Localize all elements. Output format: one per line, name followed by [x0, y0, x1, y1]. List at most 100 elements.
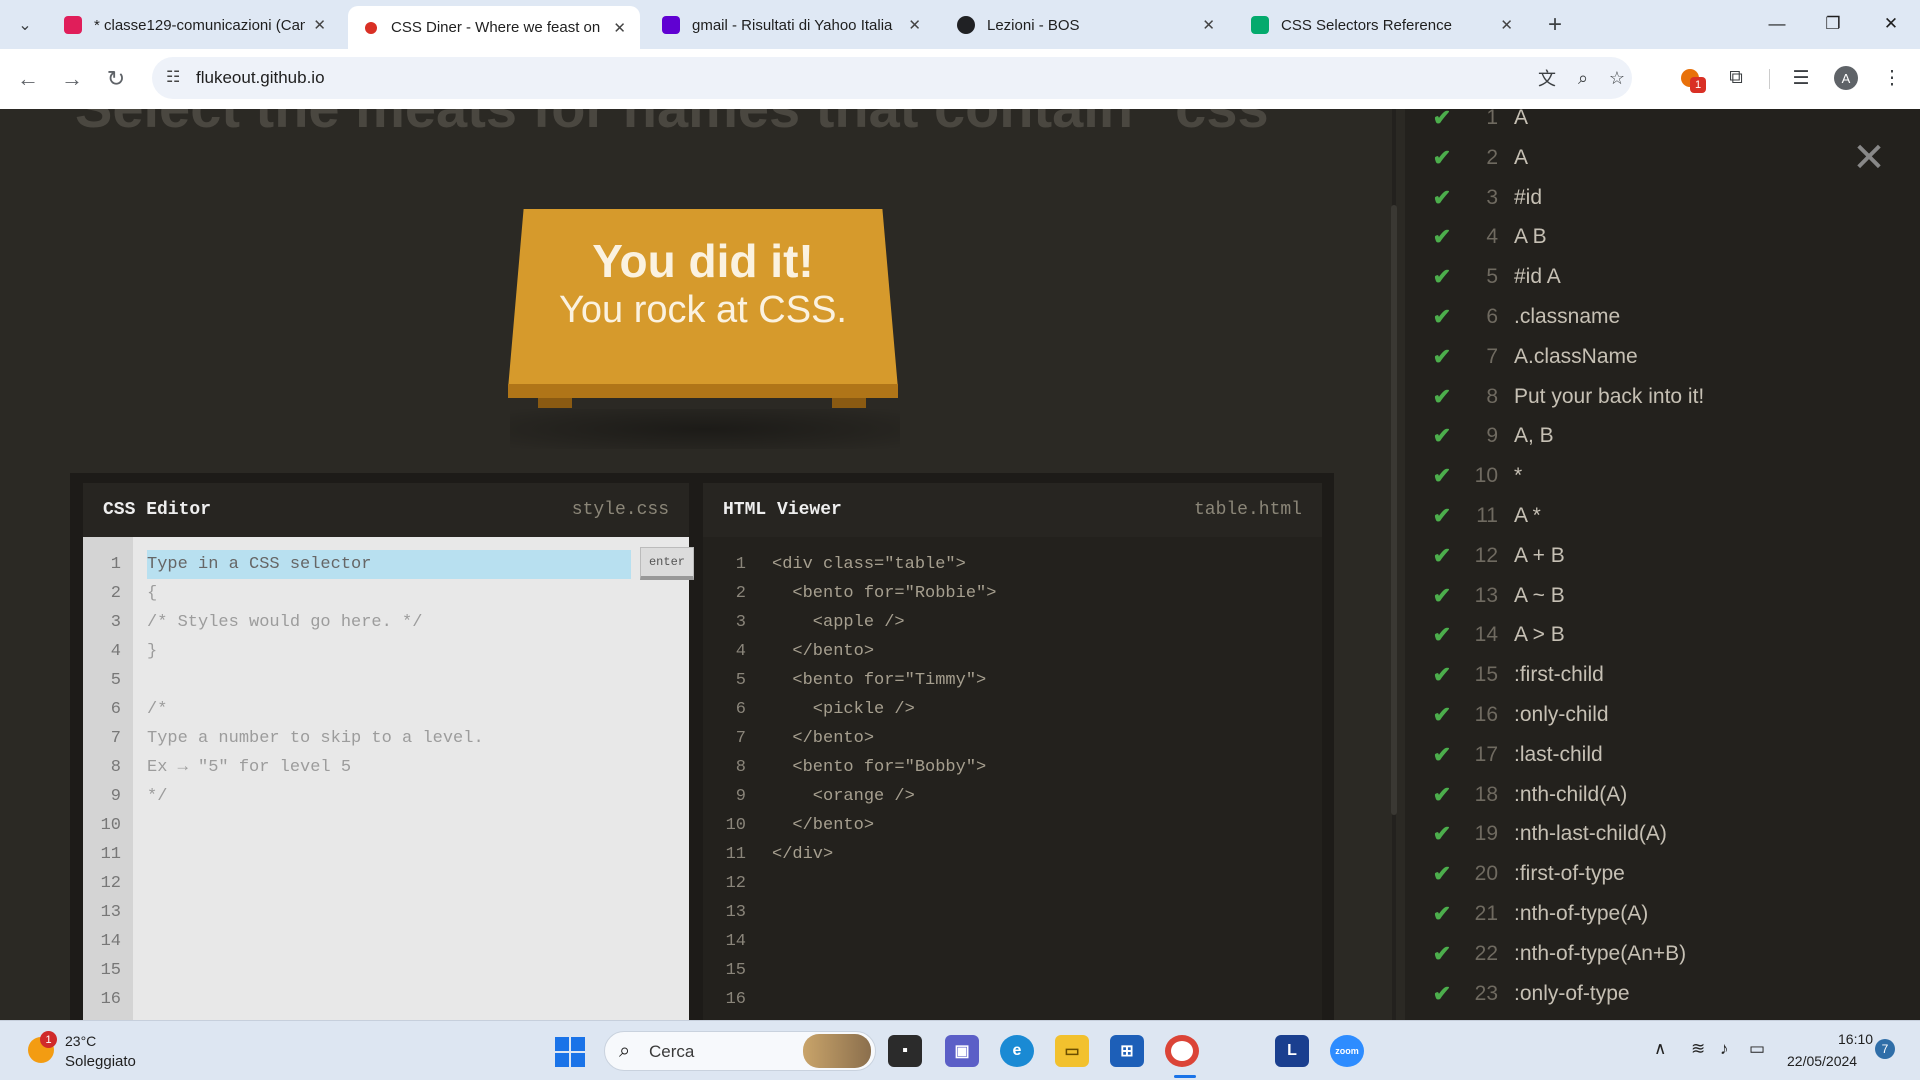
restore-button[interactable]: ❐	[1811, 10, 1855, 38]
level-item[interactable]: ✔ 14 A > B	[1430, 615, 1565, 655]
l-app-icon[interactable]: L	[1275, 1035, 1309, 1067]
level-heading: Select the meats for names that contain …	[75, 109, 1295, 140]
html-code-line[interactable]: <orange />	[772, 782, 915, 811]
html-code-line[interactable]: <apple />	[772, 608, 905, 637]
tab-close-icon[interactable]: ✕	[1202, 16, 1215, 34]
back-button[interactable]: ←	[12, 63, 44, 95]
zoom-icon[interactable]: ⌕	[1570, 66, 1596, 90]
css-diner-page: Select the meats for names that contain …	[0, 109, 1920, 1020]
level-item[interactable]: ✔ 3 #id	[1430, 178, 1542, 218]
table-leg	[538, 398, 572, 408]
level-selector: *	[1514, 464, 1523, 488]
tray-overflow-icon[interactable]: ∧	[1654, 1039, 1666, 1059]
zoom-app-icon[interactable]: zoom	[1330, 1035, 1364, 1067]
bookmark-star-icon[interactable]: ☆	[1604, 66, 1630, 90]
level-item[interactable]: ✔ 19:nth-last-child(A)	[1430, 814, 1667, 854]
html-code-line[interactable]: </bento>	[772, 811, 874, 840]
taskbar-search[interactable]: ⌕ Cerca	[604, 1031, 876, 1071]
tab-close-icon[interactable]: ✕	[1500, 16, 1513, 34]
level-item[interactable]: ✔ 13 A ~ B	[1430, 576, 1565, 616]
clock-date[interactable]: 22/05/2024	[1787, 1053, 1857, 1069]
html-code-line[interactable]: </bento>	[772, 724, 874, 753]
clock-time[interactable]: 16:10	[1838, 1031, 1873, 1047]
url-text[interactable]: flukeout.github.io	[196, 68, 325, 88]
reload-button[interactable]: ↻	[100, 63, 132, 95]
html-file-name: table.html	[1193, 500, 1302, 520]
teams-icon[interactable]: ▣	[945, 1035, 979, 1067]
site-info-icon[interactable]: ☷	[166, 67, 180, 87]
css-selector-input[interactable]	[147, 550, 631, 579]
browser-tab-strip: ⌄ * classe129-comunicazioni (Can ✕ CSS Din…	[0, 0, 1920, 49]
wifi-icon[interactable]: ≋	[1691, 1039, 1705, 1059]
browser-tab[interactable]: gmail - Risultati di Yahoo Italia ✕	[648, 6, 935, 44]
level-item[interactable]: ✔ 16:only-child	[1430, 695, 1609, 735]
level-item[interactable]: ✔ 22:nth-of-type(An+B)	[1430, 934, 1686, 974]
level-item[interactable]: ✔ 6 .classname	[1430, 297, 1620, 337]
level-item[interactable]: ✔ 18:nth-child(A)	[1430, 775, 1627, 815]
html-code-line[interactable]: <bento for="Robbie">	[772, 579, 996, 608]
browser-tab[interactable]: CSS Selectors Reference ✕	[1237, 6, 1527, 44]
tab-close-icon[interactable]: ✕	[613, 19, 626, 37]
level-item[interactable]: ✔ 1 A	[1430, 109, 1528, 138]
edge-icon[interactable]: e	[1000, 1035, 1034, 1067]
search-icon: ⌕	[619, 1040, 631, 1062]
tab-search-chevron-icon[interactable]: ⌄	[10, 10, 40, 40]
level-item[interactable]: ✔ 12 A + B	[1430, 536, 1565, 576]
line-number: 14	[725, 932, 746, 951]
level-item[interactable]: ✔ 9 A, B	[1430, 416, 1554, 456]
new-tab-button[interactable]: +	[1540, 10, 1570, 40]
level-item[interactable]: ✔ 8 Put your back into it!	[1430, 377, 1704, 417]
weather-description[interactable]: Soleggiato	[65, 1053, 136, 1070]
start-button[interactable]	[555, 1037, 585, 1067]
close-level-menu-icon[interactable]: ✕	[1851, 138, 1887, 178]
battery-icon[interactable]: ▭	[1749, 1039, 1765, 1059]
level-item[interactable]: ✔ 15:first-child	[1430, 655, 1604, 695]
media-control-icon[interactable]: ☰	[1786, 63, 1816, 93]
tab-close-icon[interactable]: ✕	[313, 16, 326, 34]
level-item[interactable]: ✔ 5 #id A	[1430, 257, 1561, 297]
extension-icon[interactable]: 1	[1675, 63, 1706, 93]
css-code-line: /*	[147, 700, 168, 719]
html-code-line[interactable]: </div>	[772, 840, 833, 869]
level-item[interactable]: ✔ 2 A	[1430, 138, 1528, 178]
task-view-icon[interactable]: ▪	[888, 1035, 922, 1067]
profile-avatar[interactable]: A	[1831, 63, 1861, 93]
translate-icon[interactable]: 文	[1534, 66, 1560, 90]
browser-tab[interactable]: * classe129-comunicazioni (Can ✕	[50, 6, 340, 44]
level-item[interactable]: ✔ 4 A B	[1430, 217, 1547, 257]
chrome-icon[interactable]	[1165, 1035, 1199, 1067]
level-item[interactable]: ✔ 21:nth-of-type(A)	[1430, 894, 1648, 934]
tab-close-icon[interactable]: ✕	[908, 16, 921, 34]
level-selector: :first-child	[1514, 663, 1604, 687]
file-explorer-icon[interactable]: ▭	[1055, 1035, 1089, 1067]
html-code-line[interactable]: </bento>	[772, 637, 874, 666]
minimize-button[interactable]: —	[1755, 10, 1799, 38]
html-code-line[interactable]: <pickle />	[772, 695, 915, 724]
forward-button[interactable]: →	[56, 63, 88, 95]
weather-temperature[interactable]: 23°C	[65, 1033, 96, 1049]
browser-menu-icon[interactable]: ⋮	[1877, 63, 1907, 93]
enter-button[interactable]: enter	[640, 547, 694, 580]
page-scrollbar[interactable]	[1391, 205, 1397, 815]
level-item[interactable]: ✔ 7 A.className	[1430, 337, 1638, 377]
level-item[interactable]: ✔ 17:last-child	[1430, 735, 1603, 775]
line-number: 13	[100, 903, 121, 922]
microsoft-store-icon[interactable]: ⊞	[1110, 1035, 1144, 1067]
level-item[interactable]: ✔ 20:first-of-type	[1430, 854, 1625, 894]
level-selector: #id A	[1514, 265, 1561, 289]
html-code-line[interactable]: <div class="table">	[772, 550, 966, 579]
browser-tab[interactable]: CSS Diner - Where we feast on ✕	[348, 6, 640, 49]
checkmark-icon: ✔	[1432, 423, 1452, 449]
address-bar[interactable]: ☷ flukeout.github.io 文 ⌕ ☆	[152, 57, 1632, 99]
level-item[interactable]: ✔ 10 *	[1430, 456, 1522, 496]
volume-icon[interactable]: ♪	[1720, 1039, 1729, 1059]
browser-tab[interactable]: Lezioni - BOS ✕	[943, 6, 1229, 44]
notification-badge[interactable]: 7	[1875, 1039, 1895, 1059]
level-item[interactable]: ✔ 23:only-of-type	[1430, 974, 1630, 1014]
level-selector: :last-child	[1514, 742, 1603, 766]
close-window-button[interactable]: ✕	[1869, 10, 1913, 38]
html-code-line[interactable]: <bento for="Bobby">	[772, 753, 986, 782]
level-item[interactable]: ✔ 11 A *	[1430, 496, 1541, 536]
extensions-puzzle-icon[interactable]: ⧉	[1721, 63, 1751, 93]
html-code-line[interactable]: <bento for="Timmy">	[772, 666, 986, 695]
